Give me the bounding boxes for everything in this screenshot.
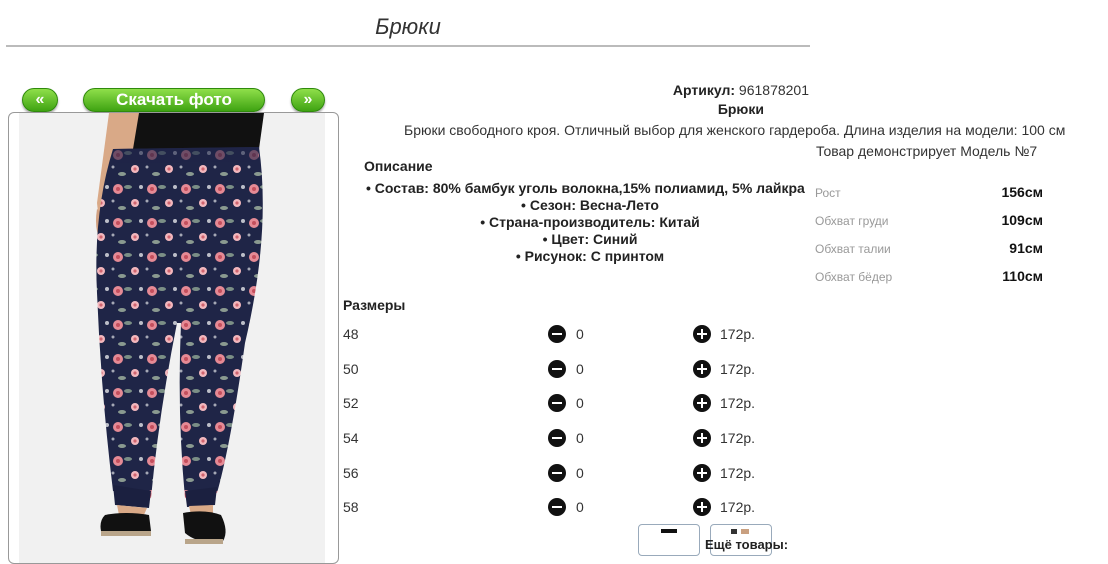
sku-label: Артикул: — [672, 82, 736, 98]
minus-circle-icon[interactable] — [548, 498, 566, 516]
download-photo-button[interactable]: Скачать фото — [83, 88, 265, 112]
prev-photo-button[interactable]: « — [22, 88, 58, 112]
page-title: Брюки — [375, 14, 441, 39]
spec-item: Цвет: Синий — [360, 231, 820, 248]
plus-circle-icon[interactable] — [693, 498, 711, 516]
size-row: 54 0 172р. — [343, 428, 763, 448]
product-description: Брюки свободного кроя. Отличный выбор дл… — [404, 122, 1066, 138]
size-row: 56 0 172р. — [343, 463, 763, 483]
size-value: 56 — [343, 465, 359, 481]
specs-list: Состав: 80% бамбук уголь волокна,15% пол… — [360, 180, 820, 265]
size-value: 54 — [343, 430, 359, 446]
product-photo-image — [19, 113, 325, 563]
sku-value: 961878201 — [738, 82, 809, 98]
minus-circle-icon[interactable] — [548, 360, 566, 378]
spec-item: Страна-производитель: Китай — [360, 214, 820, 231]
model-row-value: 110см — [1002, 268, 1043, 284]
minus-circle-icon[interactable] — [548, 464, 566, 482]
spec-item: Сезон: Весна-Лето — [360, 197, 820, 214]
model-row-label: Рост — [815, 186, 841, 200]
price-value: 172р. — [720, 430, 756, 446]
minus-circle-icon[interactable] — [548, 394, 566, 412]
next-photo-button[interactable]: » — [291, 88, 325, 112]
price-value: 172р. — [720, 395, 756, 411]
thumbnail-image — [661, 529, 677, 533]
plus-circle-icon[interactable] — [693, 360, 711, 378]
sizes-heading: Размеры — [343, 297, 406, 313]
size-row: 58 0 172р. — [343, 497, 763, 517]
model-row-value: 109см — [1001, 212, 1043, 228]
sku-line: Артикул: 961878201 — [600, 82, 809, 98]
size-value: 50 — [343, 361, 359, 377]
quantity-value: 0 — [576, 465, 584, 481]
model-title: Товар демонстрирует Модель №7 — [816, 143, 1038, 159]
size-row: 52 0 172р. — [343, 393, 763, 413]
size-value: 58 — [343, 499, 359, 515]
quantity-value: 0 — [576, 361, 584, 377]
plus-circle-icon[interactable] — [693, 394, 711, 412]
model-row-height: Рост 156см — [815, 184, 1043, 200]
size-value: 52 — [343, 395, 359, 411]
plus-circle-icon[interactable] — [693, 325, 711, 343]
model-row-value: 91см — [1009, 240, 1043, 256]
model-row-value: 156см — [1001, 184, 1043, 200]
price-value: 172р. — [720, 326, 756, 342]
model-row-label: Обхват груди — [815, 214, 889, 228]
minus-circle-icon[interactable] — [548, 325, 566, 343]
price-value: 172р. — [720, 465, 756, 481]
plus-circle-icon[interactable] — [693, 464, 711, 482]
quantity-value: 0 — [576, 395, 584, 411]
quantity-value: 0 — [576, 326, 584, 342]
spec-item: Рисунок: С принтом — [360, 248, 820, 265]
related-product-thumbnail[interactable] — [638, 524, 700, 556]
size-value: 48 — [343, 326, 359, 342]
model-row-waist: Обхват талии 91см — [815, 240, 1043, 256]
price-value: 172р. — [720, 361, 756, 377]
size-row: 48 0 172р. — [343, 324, 763, 344]
specs-heading: Описание — [364, 158, 433, 174]
spec-item: Состав: 80% бамбук уголь волокна,15% пол… — [360, 180, 820, 197]
model-row-label: Обхват бёдер — [815, 270, 893, 284]
model-row-hips: Обхват бёдер 110см — [815, 268, 1043, 284]
title-divider — [6, 45, 810, 47]
quantity-value: 0 — [576, 430, 584, 446]
model-row-chest: Обхват груди 109см — [815, 212, 1043, 228]
minus-circle-icon[interactable] — [548, 429, 566, 447]
price-value: 172р. — [720, 499, 756, 515]
product-name: Брюки — [717, 101, 764, 117]
model-row-label: Обхват талии — [815, 242, 891, 256]
quantity-value: 0 — [576, 499, 584, 515]
product-photo[interactable] — [8, 112, 339, 564]
size-row: 50 0 172р. — [343, 359, 763, 379]
plus-circle-icon[interactable] — [693, 429, 711, 447]
